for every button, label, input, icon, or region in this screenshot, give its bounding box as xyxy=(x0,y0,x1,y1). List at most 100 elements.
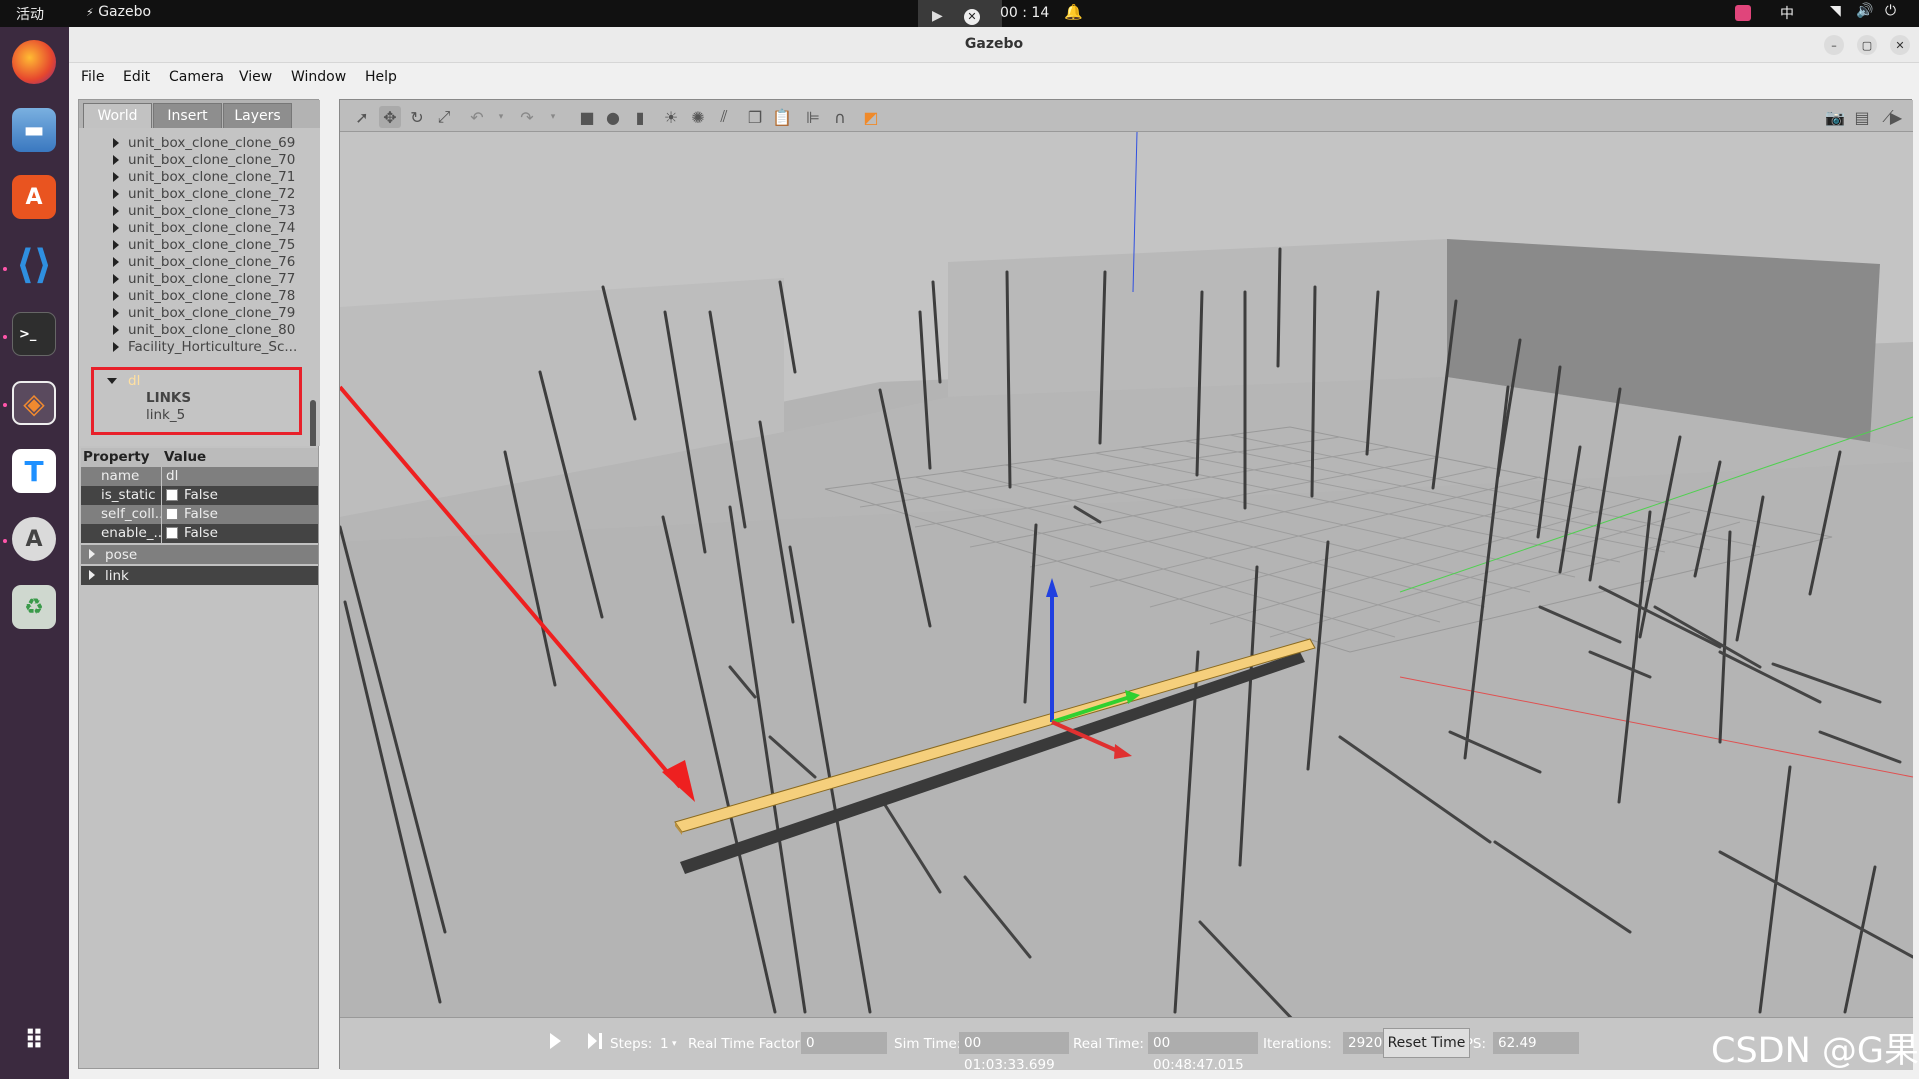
menu-view[interactable]: View xyxy=(239,69,272,85)
undo-icon[interactable]: ↶ xyxy=(466,106,488,128)
menu-camera[interactable]: Camera xyxy=(169,69,224,85)
app-menu[interactable]: ⚡ Gazebo xyxy=(86,4,151,20)
play-icon[interactable]: ▶ xyxy=(932,8,943,24)
app-indicator-icon[interactable] xyxy=(1735,5,1751,21)
expand-arrow-icon[interactable] xyxy=(113,257,119,267)
view-angle-icon[interactable]: ◩ xyxy=(860,106,882,128)
activities-button[interactable]: 活动 xyxy=(16,4,44,24)
expand-arrow-icon[interactable] xyxy=(113,342,119,352)
software-updater-icon[interactable]: A xyxy=(12,517,56,561)
paste-icon[interactable]: 📋 xyxy=(771,106,793,128)
vscode-icon[interactable]: ⟨⟩ xyxy=(12,242,56,288)
play-button[interactable] xyxy=(550,1033,561,1049)
minimize-button[interactable]: – xyxy=(1824,35,1844,55)
tree-scrollbar[interactable] xyxy=(310,400,316,446)
step-icon xyxy=(588,1033,597,1049)
point-light-icon[interactable]: ☀ xyxy=(660,106,682,128)
checkbox[interactable] xyxy=(166,527,178,539)
wifi-icon[interactable]: ◥ xyxy=(1830,3,1841,19)
close-icon[interactable]: ✕ xyxy=(964,9,980,25)
menu-window[interactable]: Window xyxy=(291,69,346,85)
expand-arrow-icon[interactable] xyxy=(113,274,119,284)
software-center-icon[interactable]: A xyxy=(12,175,56,219)
expand-arrow-icon[interactable] xyxy=(113,291,119,301)
expand-arrow-icon[interactable] xyxy=(113,172,119,182)
sim-time-label: Sim Time: xyxy=(894,1036,962,1052)
menu-edit[interactable]: Edit xyxy=(123,69,150,85)
close-button[interactable]: ✕ xyxy=(1890,35,1910,55)
property-row[interactable]: name dl xyxy=(81,467,318,486)
annotation-highlight-box xyxy=(91,367,302,435)
property-group-link[interactable]: link xyxy=(81,566,318,585)
box-shape-icon[interactable]: ■ xyxy=(576,106,598,128)
translate-mode-icon[interactable]: ✥ xyxy=(379,106,401,128)
steps-spinbox[interactable]: 1 xyxy=(660,1036,669,1052)
gazebo-icon[interactable]: ◈ xyxy=(12,381,56,425)
window-titlebar[interactable]: Gazebo – ▢ ✕ xyxy=(69,27,1919,63)
show-apps-icon[interactable]: ⠿ xyxy=(12,1019,56,1063)
reset-time-button[interactable]: Reset Time xyxy=(1383,1028,1470,1058)
volume-icon[interactable]: 🔊 xyxy=(1856,3,1873,19)
watermark: CSDN @G果 xyxy=(1711,1031,1919,1071)
property-row[interactable]: self_coll... False xyxy=(81,505,318,524)
property-table-header: Property Value xyxy=(81,448,318,467)
running-indicator xyxy=(3,267,7,271)
step-button[interactable] xyxy=(588,1033,602,1049)
align-icon[interactable]: ⊫ xyxy=(802,106,824,128)
log-icon[interactable]: ▤ xyxy=(1851,106,1873,128)
undo-history-icon[interactable]: ▾ xyxy=(490,106,512,128)
rotate-mode-icon[interactable]: ↻ xyxy=(406,106,428,128)
running-indicator xyxy=(3,403,7,407)
screenshot-icon[interactable]: 📷 xyxy=(1824,106,1846,128)
expand-arrow-icon[interactable] xyxy=(113,206,119,216)
toDesk-icon[interactable]: T xyxy=(12,449,56,493)
expand-arrow-icon[interactable] xyxy=(113,223,119,233)
expand-arrow-icon[interactable] xyxy=(113,189,119,199)
checkbox[interactable] xyxy=(166,489,178,501)
expand-arrow-icon[interactable] xyxy=(89,570,95,580)
snap-icon[interactable]: ∩ xyxy=(829,106,851,128)
spot-light-icon[interactable]: ✺ xyxy=(687,106,709,128)
property-row[interactable]: enable_... False xyxy=(81,524,318,543)
power-icon[interactable]: ⏻ xyxy=(1885,3,1896,19)
copy-icon[interactable]: ❐ xyxy=(744,106,766,128)
tab-world[interactable]: World xyxy=(83,103,152,128)
clock[interactable]: 00 : 14 xyxy=(1000,5,1049,21)
steps-dropdown-icon[interactable]: ▾ xyxy=(672,1039,677,1049)
expand-arrow-icon[interactable] xyxy=(113,155,119,165)
tab-layers[interactable]: Layers xyxy=(223,103,292,128)
sphere-shape-icon[interactable]: ● xyxy=(602,106,624,128)
menu-file[interactable]: File xyxy=(81,69,104,85)
redo-icon[interactable]: ↷ xyxy=(516,106,538,128)
terminal-icon[interactable]: >_ xyxy=(12,312,56,356)
video-record-icon[interactable]: ▶ xyxy=(1885,106,1907,128)
files-icon[interactable]: ▬ xyxy=(12,108,56,152)
property-column-header: Property xyxy=(83,449,150,465)
time-panel: Steps: 1 ▾ Real Time Factor: 0 Sim Time:… xyxy=(340,1017,1913,1073)
firefox-icon[interactable] xyxy=(12,40,56,84)
checkbox[interactable] xyxy=(166,508,178,520)
expand-arrow-icon[interactable] xyxy=(89,549,95,559)
expand-arrow-icon[interactable] xyxy=(113,240,119,250)
input-method-indicator[interactable]: 中 xyxy=(1780,3,1794,23)
render-panel: ➚ ✥ ↻ ⤢ ↶ ▾ ↷ ▾ ■ ● ▮ ☀ ✺ ⫽ ❐ 📋 ⊫ ∩ ◩ 📷 xyxy=(339,99,1913,1073)
directional-light-icon[interactable]: ⫽ xyxy=(713,106,735,128)
select-mode-icon[interactable]: ➚ xyxy=(351,106,373,128)
property-row[interactable]: is_static False xyxy=(81,486,318,505)
expand-arrow-icon[interactable] xyxy=(113,308,119,318)
cylinder-shape-icon[interactable]: ▮ xyxy=(629,106,651,128)
sim-time-field: 00 01:03:33.699 xyxy=(959,1032,1069,1073)
expand-arrow-icon[interactable] xyxy=(113,138,119,148)
real-time-factor-label: Real Time Factor: xyxy=(688,1036,805,1052)
expand-arrow-icon[interactable] xyxy=(113,325,119,335)
bell-icon[interactable]: 🔔 xyxy=(1064,3,1083,21)
scale-mode-icon[interactable]: ⤢ xyxy=(433,106,455,128)
trash-icon[interactable]: ♻ xyxy=(12,585,56,629)
redo-history-icon[interactable]: ▾ xyxy=(542,106,564,128)
maximize-button[interactable]: ▢ xyxy=(1857,35,1877,55)
tab-insert[interactable]: Insert xyxy=(153,103,222,128)
system-top-bar: 活动 ⚡ Gazebo ▶ ✕ 00 : 14 🔔 中 ◥ 🔊 ⏻ xyxy=(0,0,1919,38)
3d-scene-view[interactable] xyxy=(340,132,1913,1017)
menu-help[interactable]: Help xyxy=(365,69,397,85)
property-group-pose[interactable]: pose xyxy=(81,545,318,564)
